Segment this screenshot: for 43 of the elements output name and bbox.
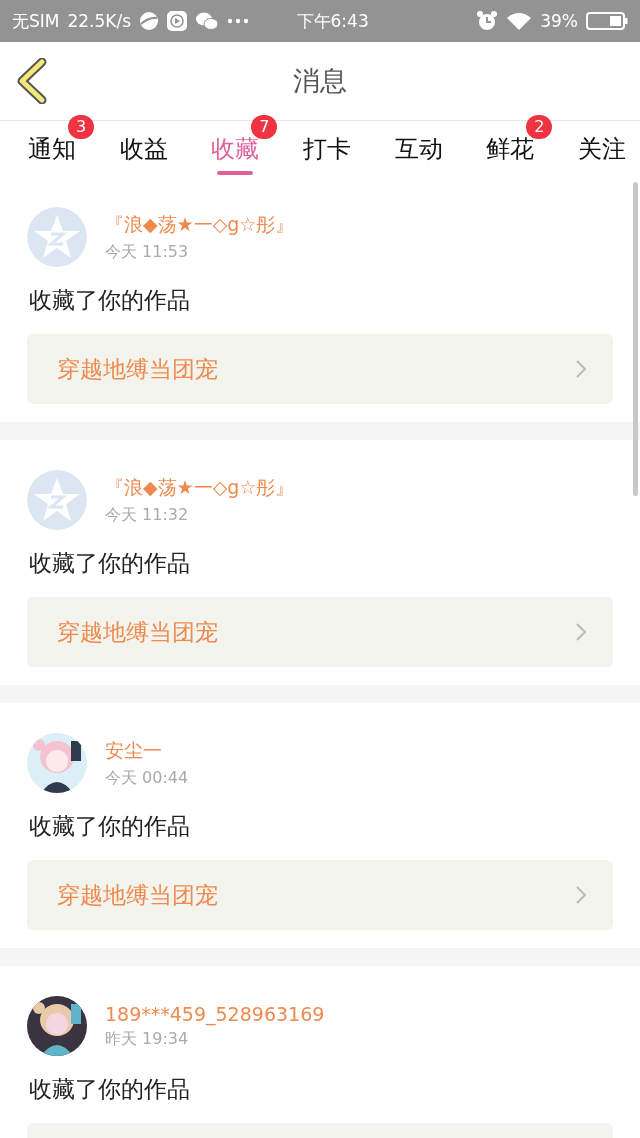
tab[interactable]: 打卡 — [302, 121, 351, 177]
message-text: 收藏了你的作品 — [29, 549, 191, 578]
avatar-icon — [27, 470, 87, 530]
user-name[interactable]: 『浪◆荡★一◇g☆彤』 — [105, 211, 295, 238]
timestamp: 今天 11:53 — [105, 241, 190, 263]
battery-icon — [586, 11, 628, 31]
alarm-icon — [476, 10, 499, 32]
avatar-icon — [27, 207, 87, 267]
work-link[interactable]: 穿越地缚当团宠 — [27, 334, 613, 404]
work-title: 穿越地缚当团宠 — [57, 880, 218, 910]
user-name[interactable]: 『浪◆荡★一◇g☆彤』 — [105, 474, 295, 501]
user-name[interactable]: 安尘一 — [105, 737, 189, 764]
chat-icon — [195, 11, 220, 31]
more-icon — [227, 18, 250, 24]
wifi-icon — [506, 11, 533, 31]
work-link[interactable]: 穿越地缚当团宠 — [27, 860, 613, 930]
count-badge: 3 — [68, 115, 94, 139]
back-button[interactable] — [16, 58, 48, 104]
carrier: 无SIM — [12, 9, 60, 33]
count-badge: 7 — [251, 115, 278, 139]
tab[interactable]: 互动 — [394, 121, 443, 177]
chevron-right-icon — [575, 359, 587, 379]
page-title: 消息 — [293, 64, 347, 98]
message-text: 收藏了你的作品 — [29, 812, 191, 841]
work-title: 穿越地缚当团宠 — [57, 354, 218, 384]
chevron-right-icon — [575, 885, 587, 905]
timestamp: 昨天 19:34 — [105, 1028, 190, 1050]
message-text: 收藏了你的作品 — [29, 1075, 191, 1104]
clock: 下午6:43 — [296, 9, 369, 33]
play-icon — [167, 11, 188, 31]
timestamp: 今天 11:32 — [105, 504, 190, 526]
planet-icon — [139, 11, 160, 31]
battery-percent: 39% — [540, 11, 578, 31]
message-text: 收藏了你的作品 — [29, 286, 191, 315]
work-title: 穿越地缚当团宠 — [57, 617, 218, 647]
work-link[interactable]: 穿越地缚当团宠 — [27, 597, 613, 667]
tab[interactable]: 收益 — [119, 121, 168, 177]
chevron-right-icon — [575, 622, 587, 642]
tab[interactable]: 关注 — [577, 121, 626, 177]
count-badge: 2 — [526, 115, 553, 139]
timestamp: 今天 00:44 — [105, 767, 189, 789]
network-speed: 22.5K/s — [67, 11, 132, 31]
user-name[interactable]: 189***459_528963169 — [105, 1002, 325, 1025]
